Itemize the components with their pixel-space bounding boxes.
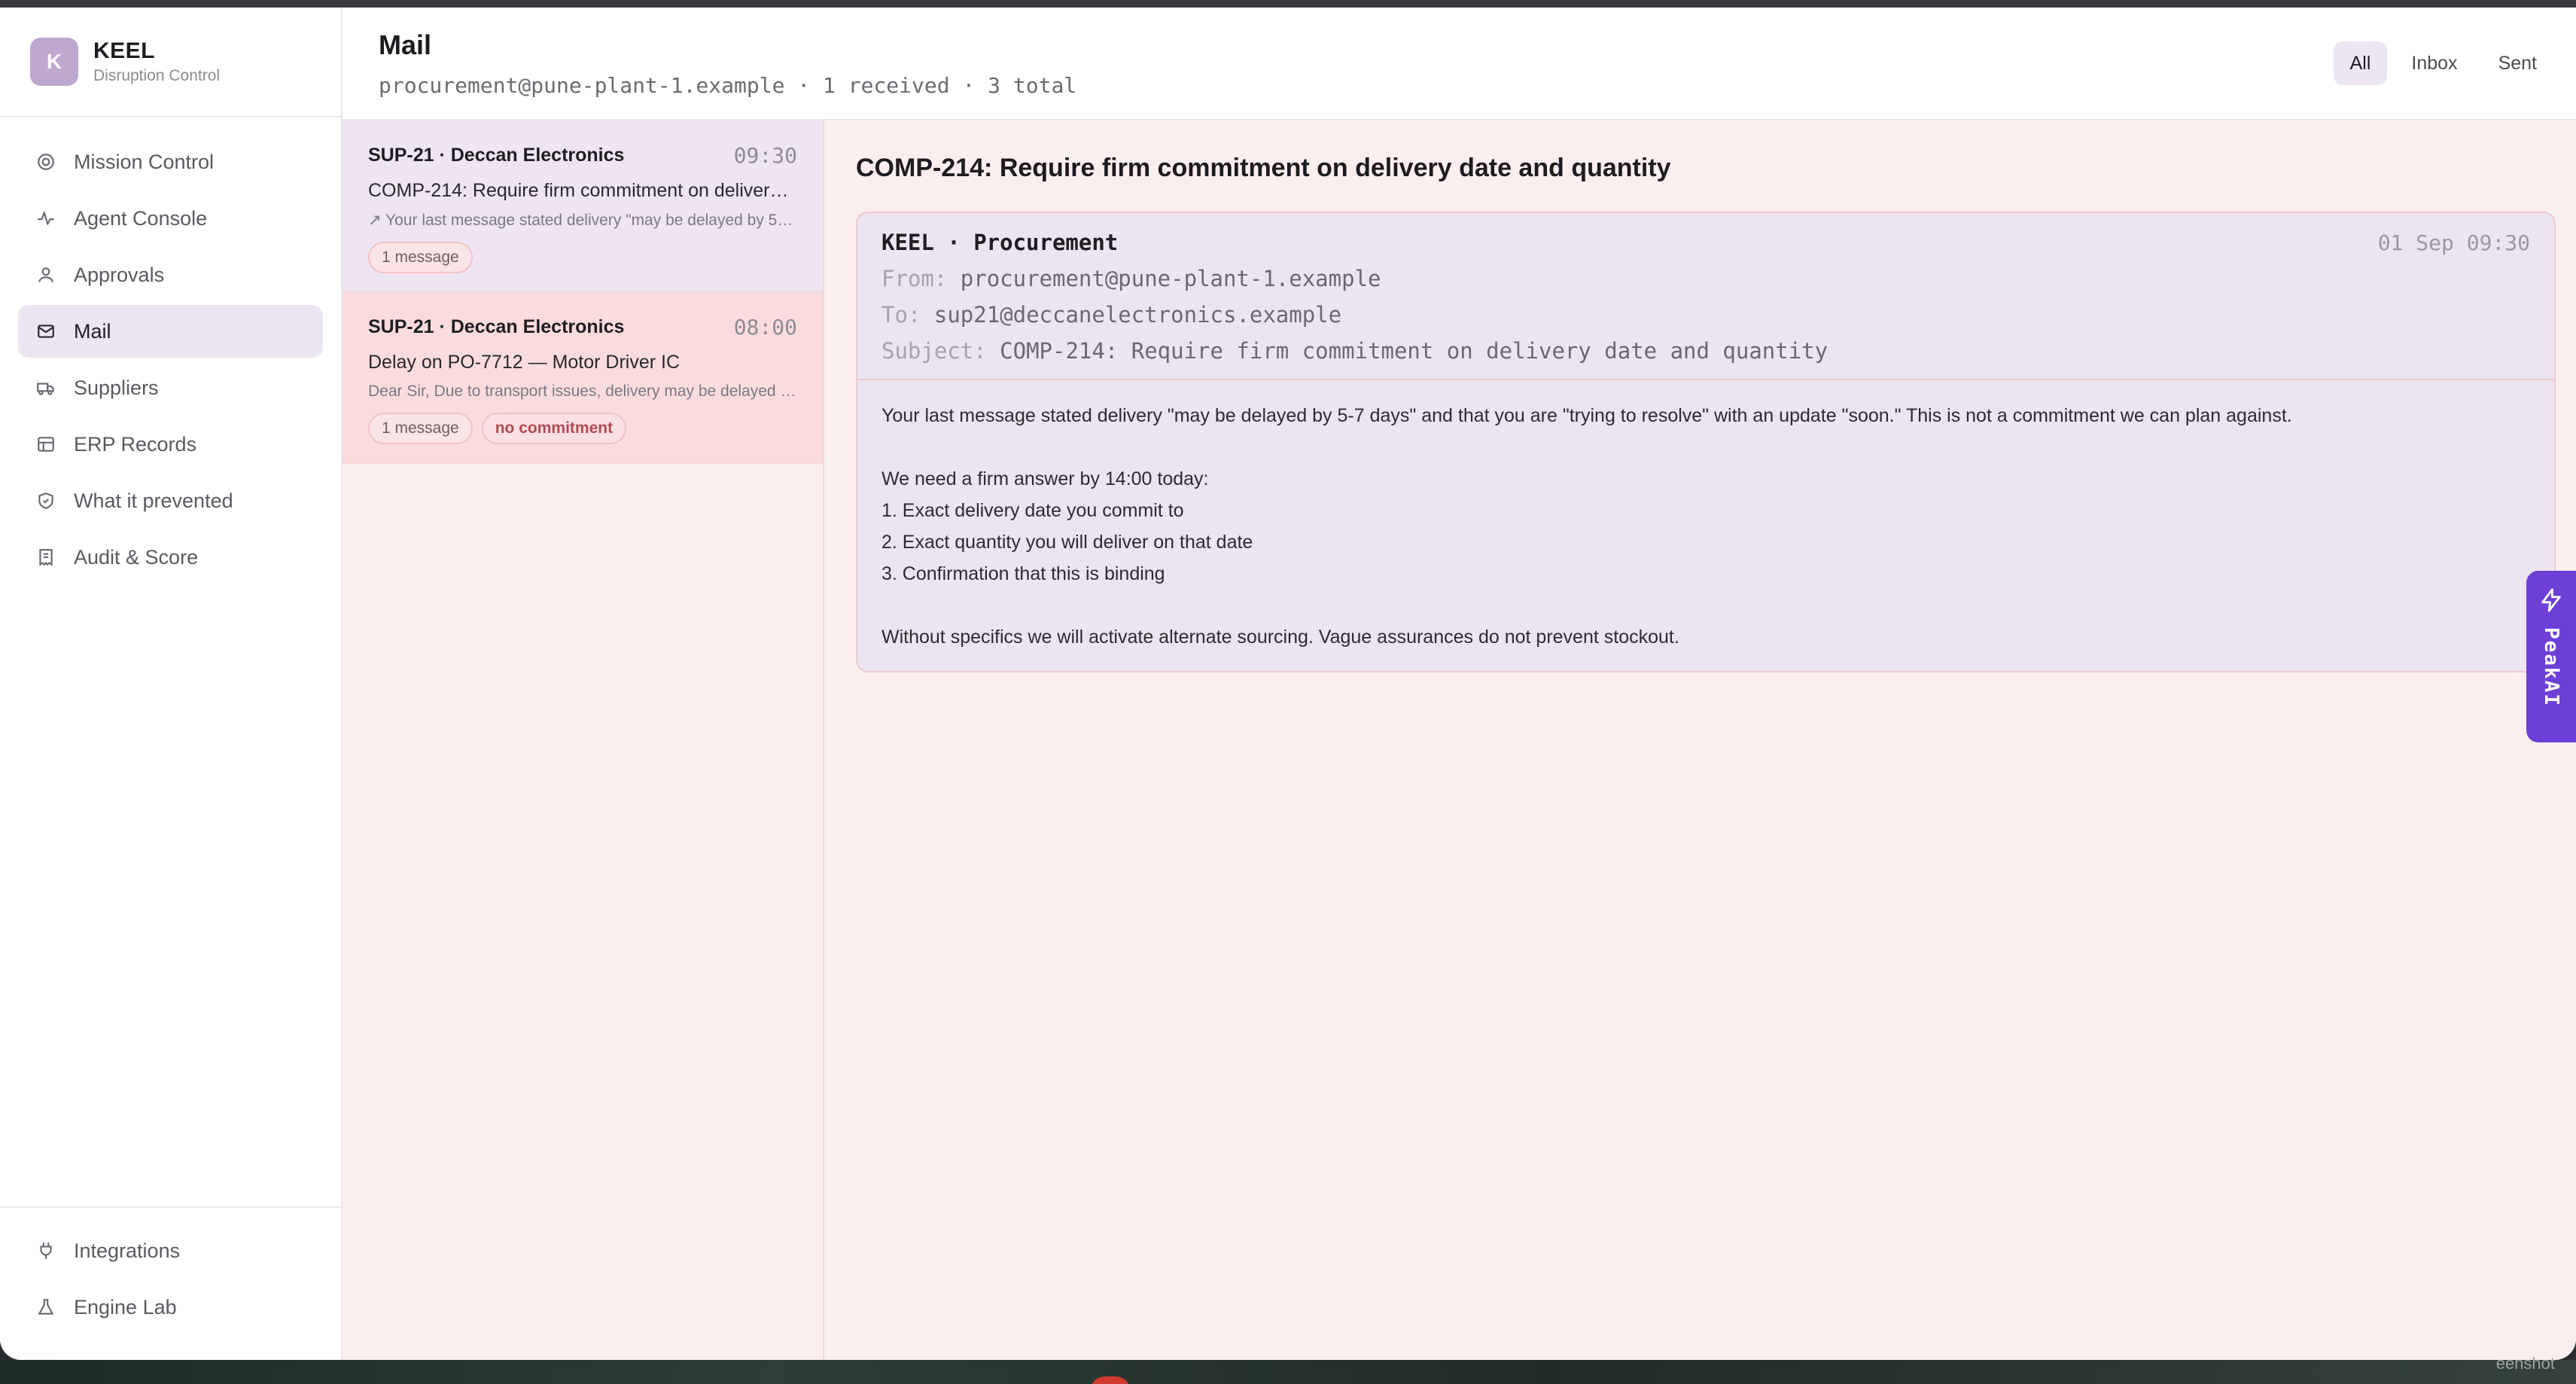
thread-preview: ↗ Your last message stated delivery "may…: [368, 212, 797, 229]
peakai-label: PeakAI: [2540, 627, 2562, 707]
message-to: To: sup21@deccanelectronics.example: [882, 302, 2530, 328]
filter-sent[interactable]: Sent: [2482, 41, 2553, 85]
target-icon: [36, 152, 56, 172]
sidebar-item-integrations[interactable]: Integrations: [18, 1224, 323, 1277]
page-title: Mail: [379, 29, 432, 60]
no-commitment-badge: no commitment: [481, 413, 627, 444]
bolt-icon: [2538, 587, 2564, 617]
brand-subtitle: Disruption Control: [93, 67, 221, 84]
truck-icon: [36, 378, 56, 398]
sidebar-item-approvals[interactable]: Approvals: [18, 248, 323, 301]
thread-preview: Dear Sir, Due to transport issues, deliv…: [368, 383, 797, 400]
thread-time: 09:30: [733, 143, 797, 168]
sidebar-item-what-it-prevented[interactable]: What it prevented: [18, 474, 323, 527]
body-line: [882, 590, 2530, 621]
brand-name: KEEL: [93, 38, 156, 63]
table-icon: [36, 434, 56, 454]
to-address: sup21@deccanelectronics.example: [933, 302, 1342, 328]
message-card: KEEL · Procurement 01 Sep 09:30 From: pr…: [856, 212, 2556, 672]
thread-time: 08:00: [733, 315, 797, 340]
message-detail: COMP-214: Require firm commitment on del…: [824, 120, 2576, 1360]
sidebar-item-label: Mail: [74, 319, 111, 343]
sidebar-item-engine-lab[interactable]: Engine Lab: [18, 1281, 323, 1334]
sidebar-item-erp-records[interactable]: ERP Records: [18, 418, 323, 471]
page-header: Mail procurement@pune-plant-1.example · …: [343, 8, 2576, 120]
flask-icon: [36, 1297, 56, 1317]
body-line: 3. Confirmation that this is binding: [882, 563, 1165, 584]
mail-filters: All Inbox Sent: [2333, 41, 2553, 85]
brand-logo: K: [30, 38, 78, 86]
sidebar-item-mail[interactable]: Mail: [18, 305, 323, 358]
body-line: Your last message stated delivery "may b…: [882, 405, 2292, 426]
message-sender: KEEL · Procurement: [882, 230, 1119, 255]
sidebar-item-label: Integrations: [74, 1239, 181, 1262]
message-date: 01 Sep 09:30: [2377, 230, 2530, 255]
thread-from: SUP-21 · Deccan Electronics: [368, 316, 625, 337]
body-line: [882, 431, 2530, 463]
mail-icon: [36, 322, 56, 341]
sidebar-item-label: Mission Control: [74, 150, 215, 173]
to-label: To:: [882, 302, 921, 328]
sidebar-item-audit-score[interactable]: Audit & Score: [18, 531, 323, 584]
mail-content: SUP-21 · Deccan Electronics 09:30 COMP-2…: [343, 120, 2576, 1360]
desktop-corner-label: eenshot: [2495, 1354, 2555, 1373]
sidebar-item-label: ERP Records: [74, 432, 197, 456]
sidebar: K KEEL Disruption Control Mission Contro…: [0, 8, 343, 1360]
app-window: K KEEL Disruption Control Mission Contro…: [0, 8, 2576, 1360]
body-line: 2. Exact quantity you will deliver on th…: [882, 532, 1253, 553]
sidebar-bottom-nav: Integrations Engine Lab: [0, 1206, 341, 1360]
sidebar-item-label: Agent Console: [74, 206, 208, 230]
thread-subject: Delay on PO-7712 — Motor Driver IC: [368, 352, 681, 373]
window-top-strip: [0, 0, 2576, 8]
from-label: From:: [882, 266, 948, 291]
sidebar-item-label: Engine Lab: [74, 1295, 177, 1318]
sidebar-item-label: Audit & Score: [74, 545, 199, 569]
sidebar-item-label: Suppliers: [74, 376, 159, 399]
thread-item[interactable]: SUP-21 · Deccan Electronics 09:30 COMP-2…: [343, 120, 823, 292]
message-header: KEEL · Procurement 01 Sep 09:30 From: pr…: [857, 213, 2554, 380]
desktop-background: [0, 1360, 2576, 1384]
body-line: Without specifics we will activate alter…: [882, 626, 1679, 648]
filter-inbox[interactable]: Inbox: [2395, 41, 2474, 85]
brand: K KEEL Disruption Control: [0, 8, 341, 117]
main-area: Mail procurement@pune-plant-1.example · …: [343, 8, 2576, 1360]
thread-list: SUP-21 · Deccan Electronics 09:30 COMP-2…: [343, 120, 824, 1360]
activity-icon: [36, 209, 56, 228]
sidebar-item-label: What it prevented: [74, 489, 233, 512]
from-address: procurement@pune-plant-1.example: [960, 266, 1381, 291]
shield-icon: [36, 491, 56, 511]
peakai-launcher[interactable]: PeakAI: [2526, 571, 2576, 742]
plug-icon: [36, 1241, 56, 1261]
mailbox-meta: procurement@pune-plant-1.example · 1 rec…: [379, 72, 1077, 98]
receipt-icon: [36, 547, 56, 567]
message-subject: Subject: COMP-214: Require firm commitme…: [882, 338, 2530, 364]
body-line: We need a firm answer by 14:00 today:: [882, 468, 1209, 489]
sidebar-item-label: Approvals: [74, 263, 165, 286]
user-icon: [36, 265, 56, 285]
message-from: From: procurement@pune-plant-1.example: [882, 266, 2530, 291]
body-line: 1. Exact delivery date you commit to: [882, 500, 1184, 521]
message-body: Your last message stated delivery "may b…: [857, 380, 2554, 671]
thread-item[interactable]: SUP-21 · Deccan Electronics 08:00 Delay …: [343, 292, 823, 464]
sidebar-nav: Mission Control Agent Console Approvals …: [0, 117, 341, 1206]
thread-subject: COMP-214: Require firm commitment on del…: [368, 180, 797, 201]
subject-text: COMP-214: Require firm commitment on del…: [1000, 338, 1828, 364]
sidebar-item-suppliers[interactable]: Suppliers: [18, 361, 323, 414]
filter-all[interactable]: All: [2333, 41, 2388, 85]
detail-title: COMP-214: Require firm commitment on del…: [856, 154, 1671, 182]
message-count-badge: 1 message: [368, 413, 473, 444]
subject-label: Subject:: [882, 338, 987, 364]
sidebar-item-agent-console[interactable]: Agent Console: [18, 192, 323, 245]
sidebar-item-mission-control[interactable]: Mission Control: [18, 136, 323, 188]
thread-from: SUP-21 · Deccan Electronics: [368, 145, 625, 166]
message-count-badge: 1 message: [368, 242, 473, 273]
